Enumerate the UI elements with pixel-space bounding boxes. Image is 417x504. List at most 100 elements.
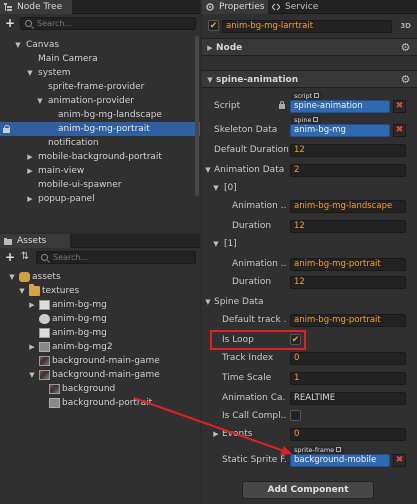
asset-item-anim-bg-mg[interactable]: anim-bg-mg: [0, 326, 200, 340]
collapsed-arrow-icon[interactable]: ▶: [28, 298, 36, 312]
time-scale-input[interactable]: 1: [290, 372, 406, 385]
item1-animation-row: Animation ... anim-bg-mg-portrait: [202, 254, 417, 274]
tree-node-anim-bg-mg-portrait[interactable]: anim-bg-mg-portrait: [0, 122, 200, 136]
node-tree-search-input[interactable]: Search...: [20, 17, 196, 30]
3d-badge[interactable]: 3D: [400, 22, 411, 30]
is-call-complete-checkbox[interactable]: [290, 410, 301, 421]
lock-icon: [279, 101, 285, 110]
expand-arrow-icon[interactable]: ▼: [26, 66, 34, 80]
expand-arrow-icon[interactable]: ▼: [204, 298, 212, 306]
external-link-icon[interactable]: [314, 93, 320, 98]
default-track-row: Default track ... anim-bg-mg-portrait: [202, 310, 417, 330]
external-link-icon[interactable]: [336, 447, 342, 452]
collapsed-arrow-icon[interactable]: ▶: [28, 340, 36, 354]
expand-arrow-icon[interactable]: ▼: [36, 94, 44, 108]
track-index-input[interactable]: 0: [290, 352, 406, 365]
asset-item-background[interactable]: background: [0, 382, 200, 396]
default-track-input[interactable]: anim-bg-mg-portrait: [290, 314, 406, 327]
item1-animation-input[interactable]: anim-bg-mg-portrait: [290, 258, 406, 271]
assets-search-placeholder: Search...: [53, 253, 89, 262]
animation-callback-select[interactable]: REALTIME: [290, 392, 406, 405]
tab-node-tree[interactable]: Node Tree: [0, 0, 72, 14]
node-tree-panel: Node Tree + Search... ▼ Canvas Main Came…: [0, 0, 200, 232]
tree-node-sprite-frame-provider[interactable]: sprite-frame-provider: [0, 80, 200, 94]
assets-search-input[interactable]: Search...: [36, 251, 196, 264]
tree-node-notification[interactable]: notification: [0, 136, 200, 150]
asset-item-anim-bg-mg[interactable]: anim-bg-mg: [0, 312, 200, 326]
asset-item-textures[interactable]: ▼ textures: [0, 284, 200, 298]
default-duration-input[interactable]: 12: [290, 144, 406, 157]
asset-item-assets[interactable]: ▼ assets: [0, 270, 200, 284]
item1-duration-input[interactable]: 12: [290, 276, 406, 289]
tab-assets[interactable]: Assets: [0, 234, 70, 248]
expand-arrow-icon[interactable]: ▼: [28, 368, 36, 382]
tab-service[interactable]: Service: [268, 0, 330, 14]
expand-arrow-icon[interactable]: ▼: [204, 166, 212, 174]
collapsed-arrow-icon[interactable]: ▶: [26, 192, 34, 206]
tree-node-main-camera[interactable]: Main Camera: [0, 52, 200, 66]
asset-item-anim-bg-mg[interactable]: ▶ anim-bg-mg: [0, 298, 200, 312]
item0-animation-input[interactable]: anim-bg-mg-landscape: [290, 200, 406, 213]
expand-arrow-icon[interactable]: ▼: [212, 184, 220, 192]
tree-node-main-view[interactable]: ▶ main-view: [0, 164, 200, 178]
tree-node-label: system: [38, 68, 71, 78]
expand-arrow-icon[interactable]: ▼: [18, 284, 26, 298]
clear-script-button[interactable]: ✖: [393, 100, 406, 113]
component-section-header[interactable]: ▼ spine-animation ⚙: [202, 70, 417, 88]
skeleton-data-field[interactable]: anim-bg-mg: [290, 124, 390, 137]
static-sprite-field[interactable]: background-mobile: [290, 454, 390, 467]
asset-item-background-portrait[interactable]: background-portrait: [0, 396, 200, 410]
clear-skeleton-button[interactable]: ✖: [393, 124, 406, 137]
collapsed-arrow-icon[interactable]: ▶: [212, 430, 220, 438]
tree-node-canvas[interactable]: ▼ Canvas: [0, 38, 200, 52]
asset-item-background-main-game[interactable]: background-main-game: [0, 354, 200, 368]
tree-node-mobile-ui-spawner[interactable]: mobile-ui-spawner: [0, 178, 200, 192]
image-icon: [39, 342, 50, 352]
time-scale-label: Time Scale: [222, 373, 272, 383]
create-asset-button[interactable]: +: [4, 251, 16, 263]
tree-node-mobile-background-portrait[interactable]: ▶ mobile-background-portrait: [0, 150, 200, 164]
asset-item-background-main-game[interactable]: ▼ background-main-game: [0, 368, 200, 382]
item0-duration-label: Duration: [232, 221, 272, 231]
track-index-row: Track Index 0: [202, 348, 417, 368]
clear-sprite-button[interactable]: ✖: [393, 454, 406, 467]
collapsed-arrow-icon[interactable]: ▶: [26, 150, 34, 164]
item0-duration-input[interactable]: 12: [290, 220, 406, 233]
sprite-frame-tag-text: sprite-frame: [294, 446, 335, 454]
gear-icon[interactable]: ⚙: [400, 42, 411, 53]
animation-data-count-input[interactable]: 2: [290, 164, 406, 177]
node-section-header[interactable]: ▶ Node ⚙: [202, 38, 417, 56]
external-link-icon[interactable]: [313, 117, 319, 122]
node-name-input[interactable]: anim-bg-mg-larrtrait: [222, 20, 392, 33]
expand-arrow-icon[interactable]: ▼: [206, 71, 214, 89]
expand-arrow-icon[interactable]: ▼: [14, 38, 22, 52]
add-node-button[interactable]: +: [4, 17, 16, 29]
expand-arrow-icon[interactable]: ▼: [8, 270, 16, 284]
tree-node-anim-bg-mg-landscape[interactable]: anim-bg-mg-landscape: [0, 108, 200, 122]
tab-service-label: Service: [285, 2, 319, 12]
lock-icon[interactable]: [3, 125, 10, 133]
tree-node-label: Canvas: [26, 40, 60, 50]
events-count-input[interactable]: 0: [290, 428, 406, 441]
collapsed-arrow-icon[interactable]: ▶: [26, 164, 34, 178]
add-component-button[interactable]: Add Component: [242, 481, 374, 499]
node-tree-scrollbar[interactable]: [195, 36, 199, 196]
assets-tabbar: Assets: [0, 234, 200, 248]
node-active-checkbox[interactable]: ✔: [208, 20, 219, 31]
tab-properties[interactable]: Properties: [202, 0, 268, 14]
tree-node-label: sprite-frame-provider: [48, 82, 145, 92]
tree-node-popup-panel[interactable]: ▶ popup-panel: [0, 192, 200, 206]
tab-node-tree-label: Node Tree: [17, 2, 63, 12]
collapsed-arrow-icon[interactable]: ▶: [206, 39, 214, 57]
asset-item-anim-bg-mg2[interactable]: ▶ anim-bg-mg2: [0, 340, 200, 354]
sprite-frame-icon: [49, 384, 60, 394]
tree-node-animation-provider[interactable]: ▼ animation-provider: [0, 94, 200, 108]
animation-data-label: Animation Data: [214, 165, 285, 175]
expand-arrow-icon[interactable]: ▼: [212, 240, 220, 248]
sort-icon[interactable]: ⇅: [19, 251, 31, 263]
skeleton-tag-text: spine: [294, 116, 312, 124]
tree-node-system[interactable]: ▼ system: [0, 66, 200, 80]
events-label: Events: [222, 429, 253, 439]
script-field[interactable]: spine-animation: [290, 100, 390, 113]
gear-icon[interactable]: ⚙: [400, 74, 411, 85]
